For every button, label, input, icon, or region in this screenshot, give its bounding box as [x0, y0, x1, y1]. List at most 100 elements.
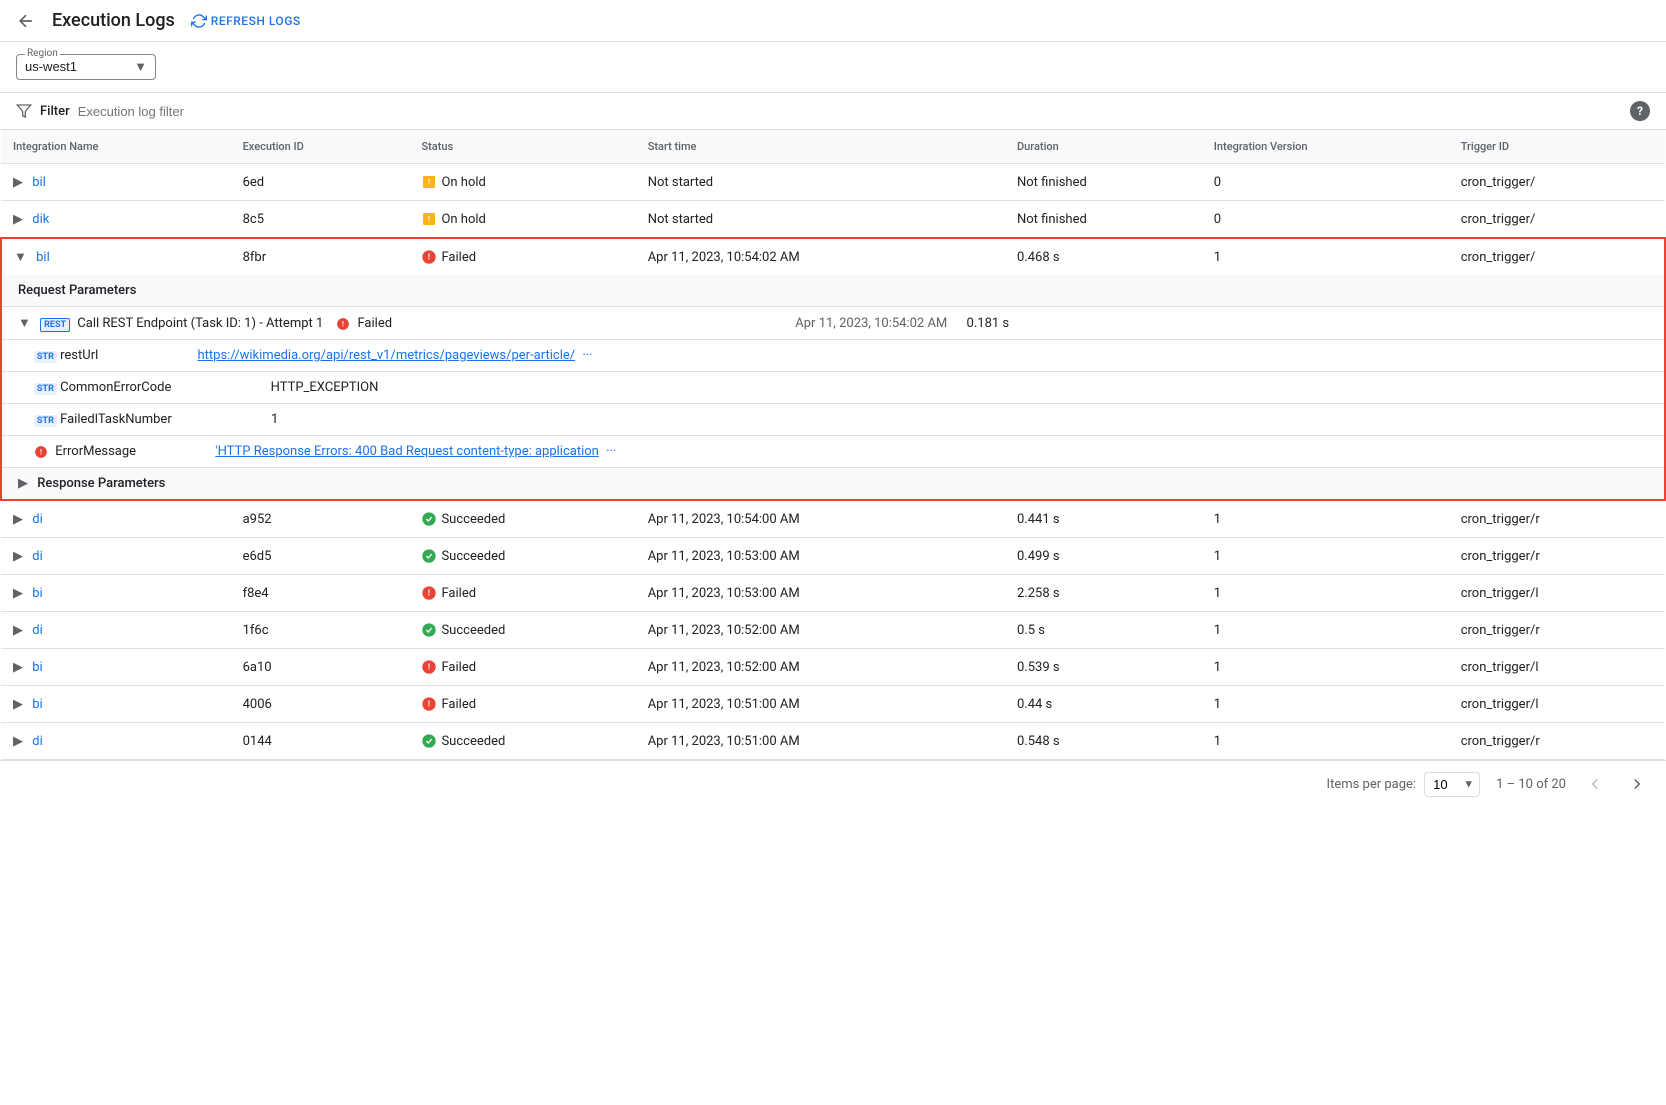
integration-link[interactable]: dik — [32, 212, 49, 227]
expand-button[interactable]: ▶ — [18, 476, 28, 491]
version-cell: 0 — [1202, 201, 1449, 239]
duration-cell: 0.441 s — [1005, 500, 1202, 538]
start-time-cell: Apr 11, 2023, 10:52:00 AM — [636, 612, 1005, 649]
integration-link[interactable]: bi — [32, 586, 42, 601]
field-row: STR FailedlTaskNumber 1 — [1, 404, 1665, 436]
integration-link[interactable]: bi — [32, 660, 42, 675]
expand-button[interactable]: ▼ — [14, 250, 27, 265]
status-cell: ! Failed — [409, 238, 635, 275]
expand-button[interactable]: ▼ — [18, 316, 31, 331]
str-badge: STR — [34, 415, 57, 427]
field-cell: STR CommonErrorCode HTTP_EXCEPTION — [1, 372, 1665, 404]
integration-link[interactable]: bil — [32, 175, 46, 190]
expand-button[interactable]: ▶ — [13, 586, 23, 601]
duration-cell: 0.499 s — [1005, 538, 1202, 575]
execution-id-cell: a952 — [231, 500, 410, 538]
table-row: ▶ dik 8c5 ! On hold Not started Not fini… — [1, 201, 1665, 239]
next-page-button[interactable] — [1624, 771, 1650, 797]
items-per-page: Items per page: 10 25 50 100 ▼ — [1327, 772, 1481, 797]
filter-icon — [16, 103, 32, 119]
sub-task-cell: ▼ REST Call REST Endpoint (Task ID: 1) -… — [1, 307, 1665, 340]
duration-cell: 0.548 s — [1005, 723, 1202, 760]
response-params-cell: ▶ Response Parameters — [1, 468, 1665, 501]
per-page-select[interactable]: 10 25 50 100 — [1424, 772, 1480, 797]
integration-link[interactable]: bil — [36, 250, 50, 265]
start-time-cell: Apr 11, 2023, 10:54:00 AM — [636, 500, 1005, 538]
region-select[interactable]: us-west1 us-east1 us-central1 europe-wes… — [25, 59, 147, 74]
svg-text:!: ! — [342, 320, 344, 328]
svg-text:!: ! — [428, 589, 430, 598]
integration-link[interactable]: di — [32, 549, 43, 564]
version-cell: 1 — [1202, 500, 1449, 538]
field-row: ! ErrorMessage 'HTTP Response Errors: 40… — [1, 436, 1665, 468]
field-cell: STR FailedlTaskNumber 1 — [1, 404, 1665, 436]
start-time-cell: Apr 11, 2023, 10:52:00 AM — [636, 649, 1005, 686]
truncate-dots[interactable]: ··· — [582, 348, 592, 363]
error-icon: ! — [34, 445, 48, 459]
col-trigger-id: Trigger ID — [1449, 130, 1665, 164]
start-time-cell: Apr 11, 2023, 10:53:00 AM — [636, 575, 1005, 612]
duration-cell: 2.258 s — [1005, 575, 1202, 612]
succeeded-icon — [421, 733, 437, 749]
expand-button[interactable]: ▶ — [13, 175, 23, 190]
integration-name-cell: ▶ di — [1, 538, 231, 575]
start-time-cell: Apr 11, 2023, 10:53:00 AM — [636, 538, 1005, 575]
truncate-dots[interactable]: ··· — [606, 444, 616, 459]
execution-id-cell: 8c5 — [231, 201, 410, 239]
execution-id-cell: 4006 — [231, 686, 410, 723]
refresh-icon — [191, 13, 207, 29]
failed-icon: ! — [421, 585, 437, 601]
execution-id-cell: 6ed — [231, 164, 410, 201]
expand-button[interactable]: ▶ — [13, 512, 23, 527]
table-row: ▶ bi 4006 ! Failed Apr 11, 2023, 10:51:0… — [1, 686, 1665, 723]
trigger-id-cell: cron_trigger/ — [1449, 164, 1665, 201]
svg-text:!: ! — [40, 448, 42, 456]
request-params-row: Request Parameters — [1, 275, 1665, 307]
error-message-link[interactable]: 'HTTP Response Errors: 400 Bad Request c… — [215, 444, 599, 459]
execution-id-cell: 6a10 — [231, 649, 410, 686]
prev-page-button[interactable] — [1582, 771, 1608, 797]
filter-input[interactable] — [78, 104, 1622, 119]
str-badge: STR — [34, 351, 57, 363]
request-params-cell: Request Parameters — [1, 275, 1665, 307]
duration-cell: 0.44 s — [1005, 686, 1202, 723]
expand-button[interactable]: ▶ — [13, 212, 23, 227]
col-execution-id: Execution ID — [231, 130, 410, 164]
field-name: restUrl — [60, 348, 98, 363]
expand-button[interactable]: ▶ — [13, 660, 23, 675]
trigger-id-cell: cron_trigger/r — [1449, 538, 1665, 575]
integration-link[interactable]: bi — [32, 697, 42, 712]
integration-link[interactable]: di — [32, 623, 43, 638]
integration-link[interactable]: di — [32, 734, 43, 749]
expand-button[interactable]: ▶ — [13, 623, 23, 638]
col-integration-name: Integration Name — [1, 130, 231, 164]
back-button[interactable] — [16, 11, 36, 31]
status-cell: ! Failed — [409, 686, 635, 723]
version-cell: 0 — [1202, 164, 1449, 201]
field-name: CommonErrorCode — [60, 380, 171, 395]
integration-link[interactable]: di — [32, 512, 43, 527]
succeeded-icon — [421, 622, 437, 638]
failed-icon: ! — [421, 249, 437, 265]
start-time-cell: Apr 11, 2023, 10:51:00 AM — [636, 686, 1005, 723]
page-info: 1 – 10 of 20 — [1496, 777, 1566, 792]
filter-label: Filter — [40, 104, 70, 119]
rest-url-link[interactable]: https://wikimedia.org/api/rest_v1/metric… — [198, 348, 576, 363]
expand-button[interactable]: ▶ — [13, 697, 23, 712]
expand-button[interactable]: ▶ — [13, 734, 23, 749]
svg-text:!: ! — [428, 215, 430, 224]
help-icon[interactable]: ? — [1630, 101, 1650, 121]
start-time-cell: Apr 11, 2023, 10:51:00 AM — [636, 723, 1005, 760]
table-row: ▶ bi f8e4 ! Failed Apr 11, 2023, 10:53:0… — [1, 575, 1665, 612]
header: Execution Logs REFRESH LOGS — [0, 0, 1666, 42]
trigger-id-cell: cron_trigger/r — [1449, 723, 1665, 760]
execution-id-cell: e6d5 — [231, 538, 410, 575]
trigger-id-cell: cron_trigger/l — [1449, 649, 1665, 686]
table-row: ▶ di 1f6c Succeeded Apr 11, 2023, 10:52:… — [1, 612, 1665, 649]
onhold-icon: ! — [421, 174, 437, 190]
execution-id-cell: 1f6c — [231, 612, 410, 649]
integration-name-cell: ▶ bi — [1, 686, 231, 723]
expand-button[interactable]: ▶ — [13, 549, 23, 564]
refresh-button[interactable]: REFRESH LOGS — [191, 13, 301, 29]
integration-name-cell: ▼ bil — [1, 238, 231, 275]
